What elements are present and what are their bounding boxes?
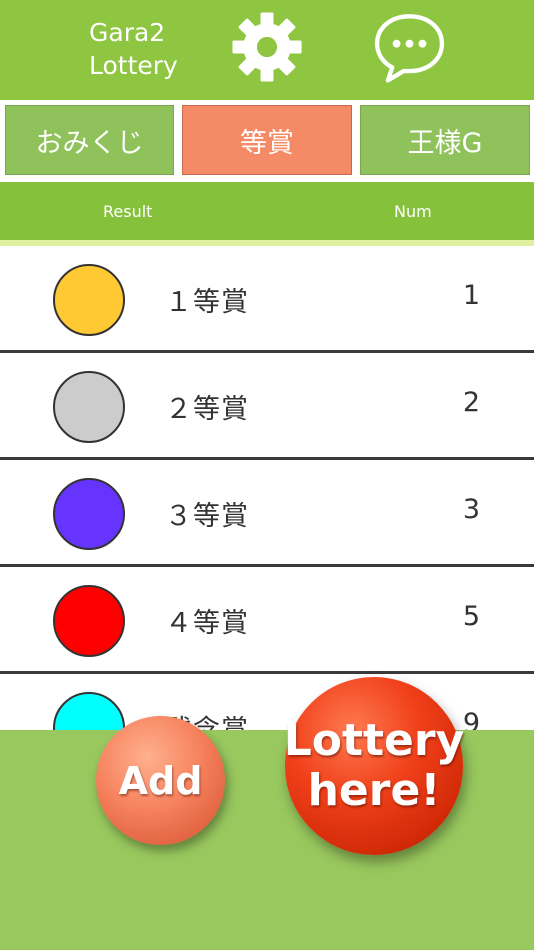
ball-color-swatch (53, 478, 125, 550)
app-header: Gara2 Lottery (0, 0, 534, 100)
prize-count: 2 (462, 387, 480, 418)
ball-color-swatch (53, 585, 125, 657)
add-button-label: Add (118, 758, 203, 803)
prize-label: ３等賞 (165, 501, 249, 532)
app-title-line2: Lottery (89, 51, 178, 80)
list-item[interactable]: ３等賞 3 (0, 460, 534, 567)
prize-count: 3 (462, 494, 480, 525)
tab-omikuji[interactable]: おみくじ (5, 105, 174, 175)
result-list[interactable]: １等賞 1 ２等賞 2 ３等賞 3 ４等賞 5 残念賞 9 (0, 246, 534, 730)
list-item[interactable]: ４等賞 5 (0, 567, 534, 674)
prize-label: ４等賞 (165, 608, 249, 639)
tab-prize[interactable]: 等賞 (182, 105, 352, 175)
gear-icon[interactable] (231, 11, 303, 83)
chat-bubble-icon[interactable] (373, 12, 446, 84)
tab-king-game[interactable]: 王様G (360, 105, 530, 175)
column-header: Result Num (0, 182, 534, 246)
ball-color-swatch (53, 692, 125, 730)
ball-color-swatch (53, 264, 125, 336)
app-title: Gara2 Lottery (89, 16, 209, 82)
prize-label: ２等賞 (165, 394, 249, 425)
num-column-label: Num (394, 202, 432, 221)
app-title-line1: Gara2 (89, 18, 166, 47)
prize-label: １等賞 (165, 287, 249, 318)
lottery-button[interactable]: Lottery here! (283, 677, 465, 855)
add-button[interactable]: Add (96, 716, 225, 845)
prize-count: 5 (462, 601, 480, 632)
list-item[interactable]: １等賞 1 (0, 246, 534, 353)
prize-count: 1 (462, 280, 480, 311)
list-item[interactable]: ２等賞 2 (0, 353, 534, 460)
lottery-button-label-line1: Lottery (283, 715, 465, 766)
ball-color-swatch (53, 371, 125, 443)
tab-bar: おみくじ 等賞 王様G (0, 100, 534, 182)
lottery-button-label-line2: here! (307, 765, 441, 816)
result-column-label: Result (103, 202, 153, 221)
